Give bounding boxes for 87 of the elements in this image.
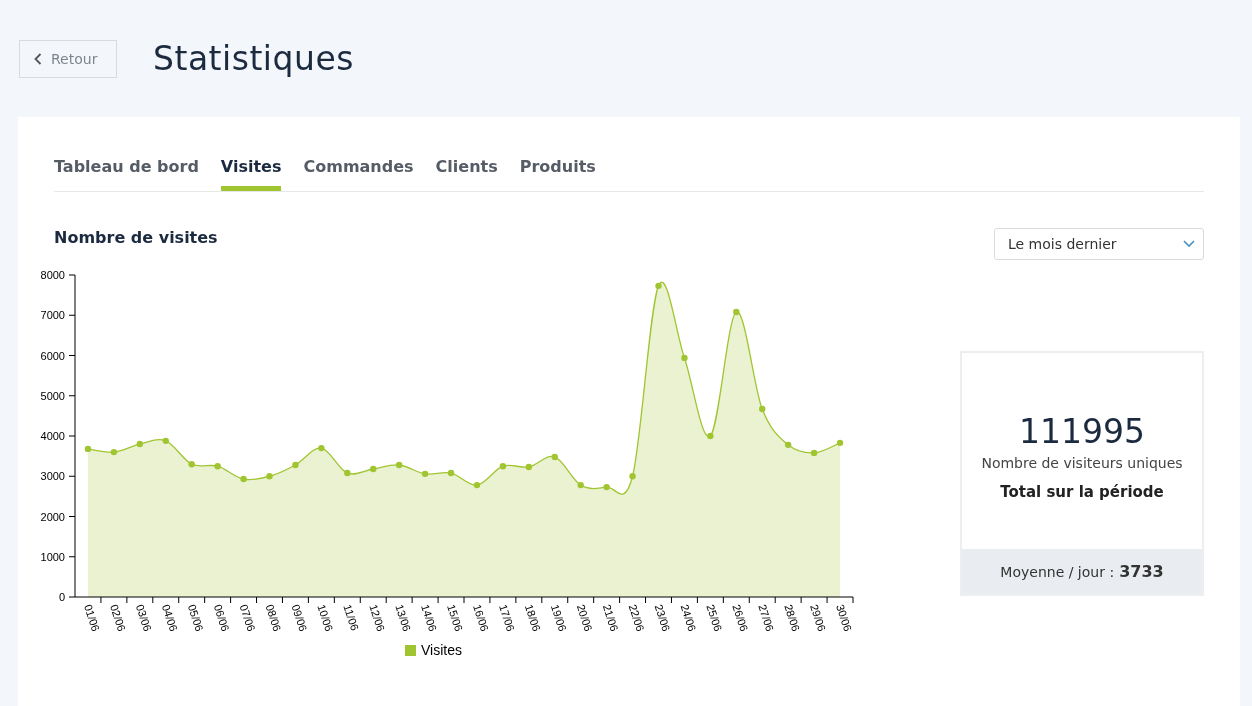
- data-point: [395, 461, 403, 469]
- data-point: [84, 445, 92, 453]
- data-point: [344, 469, 351, 477]
- x-tick-label: 25/06: [704, 602, 725, 633]
- total-label: Nombre de visiteurs uniques: [981, 454, 1183, 471]
- data-point: [370, 465, 377, 473]
- data-point: [759, 405, 766, 413]
- x-tick-label: 27/06: [756, 602, 777, 633]
- legend-label: Visites: [421, 642, 462, 658]
- data-point: [810, 449, 818, 457]
- data-point: [707, 432, 714, 440]
- x-tick-label: 06/06: [211, 602, 232, 633]
- x-tick-label: 11/06: [341, 602, 362, 633]
- x-tick-label: 18/06: [522, 602, 543, 633]
- tab[interactable]: Visites: [220, 157, 282, 191]
- tab[interactable]: Tableau de bord: [54, 157, 199, 191]
- data-point: [629, 473, 636, 480]
- data-point: [266, 473, 273, 480]
- x-tick-label: 02/06: [108, 602, 128, 633]
- x-tick-label: 29/06: [808, 602, 829, 633]
- data-point: [784, 441, 792, 449]
- x-tick-label: 22/06: [626, 602, 647, 633]
- x-tick-label: 07/06: [237, 602, 258, 633]
- tab[interactable]: Clients: [435, 157, 498, 191]
- section-title: Nombre de visites: [54, 228, 219, 247]
- average-value: 3733: [1119, 562, 1164, 581]
- y-tick-label: 4000: [40, 430, 65, 442]
- x-tick-label: 15/06: [445, 602, 466, 633]
- x-tick-label: 28/06: [782, 602, 803, 633]
- data-point: [292, 461, 299, 469]
- total-value: 111995: [1019, 411, 1145, 451]
- y-tick-label: 1000: [40, 550, 65, 563]
- tab[interactable]: Commandes: [303, 157, 414, 191]
- y-tick-label: 6000: [40, 349, 65, 362]
- data-point: [655, 282, 662, 290]
- x-tick-label: 17/06: [497, 602, 517, 633]
- data-point: [421, 470, 429, 478]
- data-point: [733, 308, 740, 316]
- data-point: [836, 439, 844, 447]
- x-tick-label: 16/06: [471, 602, 491, 633]
- x-tick-label: 21/06: [600, 602, 621, 633]
- x-tick-label: 19/06: [548, 602, 569, 633]
- y-tick-label: 7000: [40, 309, 65, 322]
- data-point: [603, 483, 610, 491]
- period-select[interactable]: Le mois dernier: [994, 228, 1204, 260]
- data-point: [240, 475, 247, 483]
- chevron-left-icon: [34, 52, 42, 65]
- data-point: [525, 463, 533, 471]
- x-tick-label: 10/06: [315, 602, 336, 633]
- data-point: [188, 461, 195, 468]
- average-label: Moyenne / jour :: [1000, 563, 1115, 580]
- y-tick-label: 8000: [40, 269, 65, 281]
- x-tick-label: 09/06: [289, 602, 310, 633]
- data-point: [473, 481, 481, 489]
- data-point: [499, 463, 507, 470]
- x-tick-label: 26/06: [730, 602, 751, 633]
- x-tick-label: 05/06: [185, 602, 206, 633]
- data-point: [681, 354, 688, 362]
- legend-swatch: [405, 645, 416, 656]
- y-tick-label: 5000: [40, 389, 65, 402]
- period-label: Total sur la période: [1000, 482, 1164, 501]
- y-tick-label: 0: [58, 591, 65, 603]
- back-button[interactable]: Retour: [19, 39, 117, 78]
- chevron-down-icon: [1183, 240, 1195, 248]
- data-point: [162, 437, 169, 445]
- x-tick-label: 12/06: [367, 602, 388, 633]
- data-point: [318, 444, 325, 452]
- x-tick-label: 03/06: [133, 602, 154, 633]
- x-tick-label: 01/06: [82, 602, 102, 633]
- data-point: [577, 481, 584, 489]
- data-point: [136, 440, 144, 448]
- x-tick-label: 14/06: [419, 602, 440, 633]
- data-point: [214, 463, 221, 470]
- data-point: [110, 448, 118, 456]
- x-tick-label: 13/06: [393, 602, 414, 633]
- y-tick-label: 2000: [40, 510, 65, 523]
- x-tick-label: 04/06: [159, 602, 180, 633]
- x-tick-label: 30/06: [834, 602, 855, 633]
- data-point: [447, 469, 455, 477]
- page-title: Statistiques: [153, 39, 354, 78]
- x-tick-label: 20/06: [574, 602, 595, 633]
- x-tick-label: 23/06: [652, 602, 673, 633]
- x-tick-label: 24/06: [678, 602, 699, 633]
- x-tick-label: 08/06: [263, 602, 284, 633]
- tab[interactable]: Produits: [519, 157, 596, 191]
- y-tick-label: 3000: [40, 470, 65, 483]
- data-point: [551, 453, 558, 461]
